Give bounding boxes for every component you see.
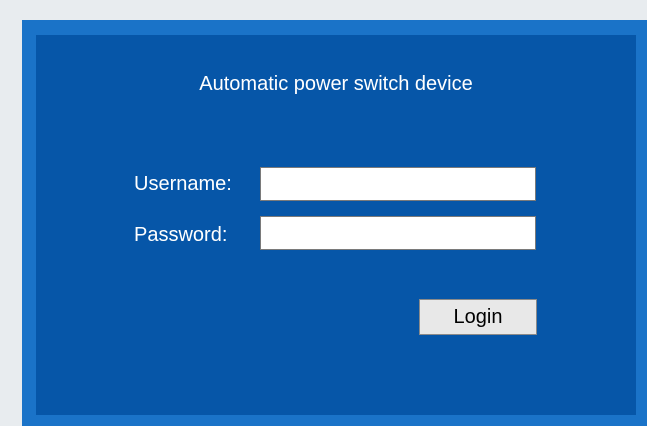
username-label: Username: [134,173,232,195]
device-title: Automatic power switch device [199,73,473,95]
username-input[interactable] [260,167,536,201]
login-button[interactable]: Login [419,299,537,335]
password-input[interactable] [260,216,536,250]
left-margin [0,0,22,426]
login-panel: Automatic power switch device Username: … [36,35,636,415]
password-label: Password: [134,224,228,246]
top-margin [0,0,647,20]
page: Automatic power switch device Username: … [0,0,647,426]
